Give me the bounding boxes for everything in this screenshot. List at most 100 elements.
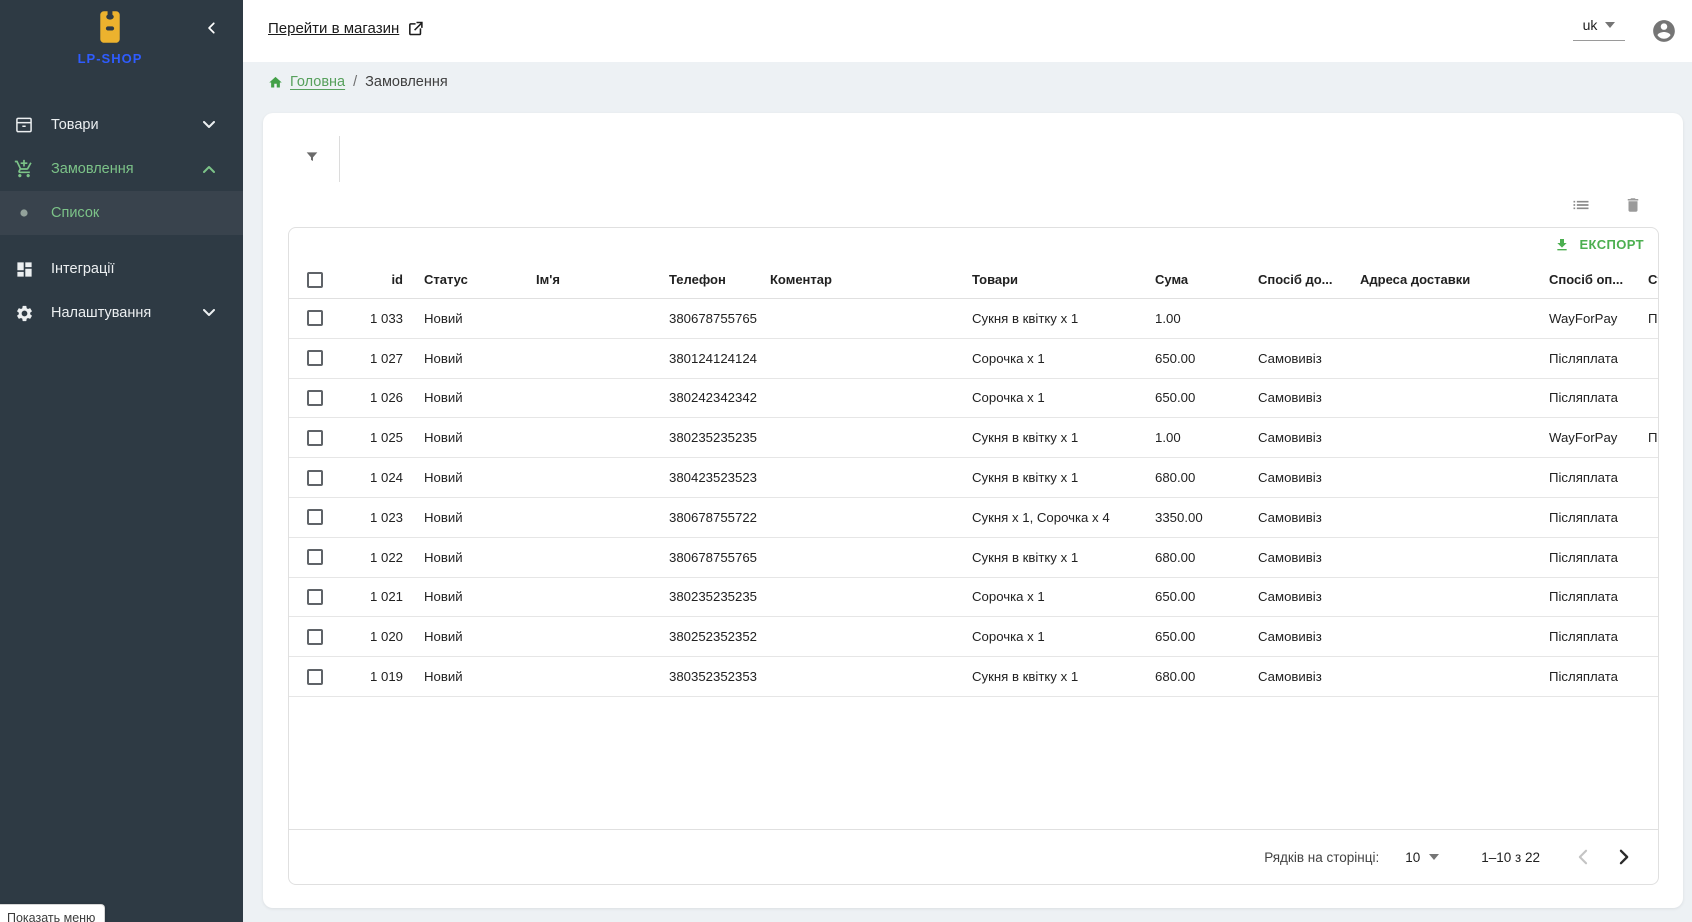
delete-button[interactable] xyxy=(1621,193,1645,217)
rows-per-page-select[interactable]: 10 xyxy=(1405,850,1439,865)
cell-id: 1 020 xyxy=(337,629,408,644)
orders-table-card: ЕКСПОРТ idСтатусІм'яТелефонКоментарТовар… xyxy=(288,227,1659,885)
row-checkbox[interactable] xyxy=(307,390,323,406)
table-row[interactable]: 1 027Новий380124124124Сорочка x 1650.00С… xyxy=(289,339,1659,379)
cell-delivery: Самовивіз xyxy=(1242,550,1344,565)
cell-sum: 650.00 xyxy=(1139,351,1242,366)
table-row[interactable]: 1 033Новий380678755765Сукня в квітку x 1… xyxy=(289,299,1659,339)
next-page-button[interactable] xyxy=(1610,843,1638,871)
cell-phone: 380235235235 xyxy=(653,589,754,604)
cell-delivery: Самовивіз xyxy=(1242,589,1344,604)
row-checkbox[interactable] xyxy=(307,470,323,486)
column-header-sum[interactable]: Сума xyxy=(1139,272,1242,287)
bullet-icon xyxy=(13,202,35,224)
cell-payment: Післяплата xyxy=(1533,669,1632,684)
inventory-box-icon xyxy=(13,114,35,136)
filter-button[interactable] xyxy=(301,146,323,168)
row-checkbox[interactable] xyxy=(307,350,323,366)
language-value: uk xyxy=(1583,17,1598,33)
breadcrumb-home-link[interactable]: Головна xyxy=(268,74,345,90)
show-menu-tooltip-text: Показать меню xyxy=(7,911,95,922)
select-all-checkbox[interactable] xyxy=(307,272,323,288)
cell-status: Новий xyxy=(408,510,520,525)
cell-phone: 380423523523 xyxy=(653,470,754,485)
cell-id: 1 023 xyxy=(337,510,408,525)
appbar: Перейти в магазин uk xyxy=(243,0,1692,62)
row-checkbox[interactable] xyxy=(307,509,323,525)
sidebar-item-замовлення[interactable]: Замовлення xyxy=(0,147,243,191)
cell-select xyxy=(289,629,337,645)
cell-payment: WayForPay xyxy=(1533,430,1632,445)
cell-goods: Сорочка x 1 xyxy=(956,589,1139,604)
table-row[interactable]: 1 023Новий380678755722Сукня x 1, Сорочка… xyxy=(289,498,1659,538)
cell-delivery: Самовивіз xyxy=(1242,390,1344,405)
table-body: 1 033Новий380678755765Сукня в квітку x 1… xyxy=(289,299,1658,697)
language-select[interactable]: uk xyxy=(1573,17,1625,41)
table-row[interactable]: 1 019Новий380352352353Сукня в квітку x 1… xyxy=(289,657,1659,697)
cell-payment: Післяплата xyxy=(1533,550,1632,565)
breadcrumb: Головна / Замовлення xyxy=(268,74,448,90)
cell-id: 1 022 xyxy=(337,550,408,565)
column-header-goods[interactable]: Товари xyxy=(956,272,1139,287)
column-header-status[interactable]: Статус xyxy=(408,272,520,287)
logo[interactable]: LP-SHOP xyxy=(0,10,220,66)
row-checkbox[interactable] xyxy=(307,430,323,446)
cell-select xyxy=(289,589,337,605)
column-header-delivery[interactable]: Спосіб до... xyxy=(1242,272,1344,287)
row-checkbox[interactable] xyxy=(307,589,323,605)
orders-panel: ЕКСПОРТ idСтатусІм'яТелефонКоментарТовар… xyxy=(263,113,1683,908)
sidebar-item-налаштування[interactable]: Налаштування xyxy=(0,291,243,335)
table-row[interactable]: 1 022Новий380678755765Сукня в квітку x 1… xyxy=(289,538,1659,578)
column-header-phone[interactable]: Телефон xyxy=(653,272,754,287)
cell-paystatus: По xyxy=(1632,430,1659,445)
cell-sum: 680.00 xyxy=(1139,470,1242,485)
cell-select xyxy=(289,390,337,406)
table-row[interactable]: 1 020Новий380252352352Сорочка x 1650.00С… xyxy=(289,617,1659,657)
gear-icon xyxy=(13,302,35,324)
row-checkbox[interactable] xyxy=(307,629,323,645)
cell-goods: Сорочка x 1 xyxy=(956,629,1139,644)
row-checkbox[interactable] xyxy=(307,669,323,685)
account-menu-button[interactable] xyxy=(1651,18,1677,44)
export-button[interactable]: ЕКСПОРТ xyxy=(1554,237,1644,253)
sidebar-item-інтеграції[interactable]: Інтеграції xyxy=(0,247,243,291)
nav-gap xyxy=(0,235,243,247)
sidebar: LP-SHOP ТовариЗамовленняСписок Інтеграції… xyxy=(0,0,243,922)
sidebar-nav: ТовариЗамовленняСписок ІнтеграціїНалаштув… xyxy=(0,103,243,335)
cell-goods: Сукня в квітку x 1 xyxy=(956,669,1139,684)
cell-sum: 650.00 xyxy=(1139,629,1242,644)
go-to-shop-link[interactable]: Перейти в магазин xyxy=(268,20,424,37)
column-header-comment[interactable]: Коментар xyxy=(754,272,956,287)
row-checkbox[interactable] xyxy=(307,310,323,326)
row-checkbox[interactable] xyxy=(307,549,323,565)
cell-sum: 650.00 xyxy=(1139,390,1242,405)
breadcrumb-home-label: Головна xyxy=(290,74,345,90)
table-row[interactable]: 1 024Новий380423523523Сукня в квітку x 1… xyxy=(289,458,1659,498)
cell-payment: WayForPay xyxy=(1533,311,1632,326)
sidebar-item-товари[interactable]: Товари xyxy=(0,103,243,147)
cell-id: 1 024 xyxy=(337,470,408,485)
cell-sum: 680.00 xyxy=(1139,550,1242,565)
column-header-name[interactable]: Ім'я xyxy=(520,272,653,287)
grid-actions xyxy=(1569,193,1645,217)
cell-goods: Сукня в квітку x 1 xyxy=(956,550,1139,565)
cell-status: Новий xyxy=(408,669,520,684)
table-row[interactable]: 1 021Новий380235235235Сорочка x 1650.00С… xyxy=(289,578,1659,618)
cell-phone: 380678755722 xyxy=(653,510,754,525)
column-header-select xyxy=(289,272,337,288)
cell-delivery: Самовивіз xyxy=(1242,510,1344,525)
previous-page-button[interactable] xyxy=(1568,843,1596,871)
cell-payment: Післяплата xyxy=(1533,629,1632,644)
column-header-id[interactable]: id xyxy=(337,272,408,287)
table-row[interactable]: 1 025Новий380235235235Сукня в квітку x 1… xyxy=(289,418,1659,458)
column-list-button[interactable] xyxy=(1569,193,1593,217)
cell-sum: 650.00 xyxy=(1139,589,1242,604)
sidebar-item-список[interactable]: Список xyxy=(0,191,243,235)
caret-down-icon xyxy=(1605,22,1615,28)
cell-select xyxy=(289,350,337,366)
pagination-range: 1–10 з 22 xyxy=(1481,850,1540,865)
column-header-address[interactable]: Адреса доставки xyxy=(1344,272,1533,287)
table-row[interactable]: 1 026Новий380242342342Сорочка x 1650.00С… xyxy=(289,379,1659,419)
column-header-payment[interactable]: Спосіб оп... xyxy=(1533,272,1632,287)
column-header-paystatus[interactable]: Ст xyxy=(1632,272,1659,287)
